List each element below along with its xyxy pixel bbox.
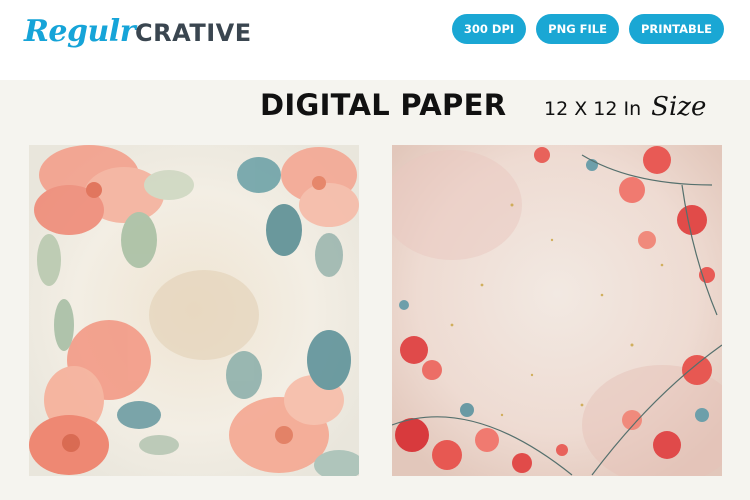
badge-dpi: 300 DPI bbox=[451, 14, 527, 44]
size-script-word: Size bbox=[651, 92, 707, 122]
badge-file-type: PNG FILE bbox=[536, 14, 619, 44]
floral-watercolor-image bbox=[29, 145, 359, 476]
size-label: 12 X 12 In Size bbox=[544, 92, 706, 122]
top-bar: Regulr CRATIVE 300 DPI PNG FILE PRINTABL… bbox=[0, 0, 750, 80]
preview-paper-left[interactable] bbox=[29, 145, 359, 476]
brand-logo-block: CRATIVE bbox=[135, 19, 252, 47]
floral-border-image bbox=[392, 145, 722, 476]
brand-logo[interactable]: Regulr CRATIVE bbox=[24, 14, 252, 58]
preview-paper-right[interactable] bbox=[392, 145, 722, 476]
brand-logo-script: Regulr bbox=[24, 14, 136, 49]
size-dimensions: 12 X 12 In bbox=[544, 98, 642, 120]
feature-badges: 300 DPI PNG FILE PRINTABLE bbox=[451, 14, 724, 44]
page-title: DIGITAL PAPER bbox=[260, 88, 507, 122]
badge-printable: PRINTABLE bbox=[629, 14, 724, 44]
